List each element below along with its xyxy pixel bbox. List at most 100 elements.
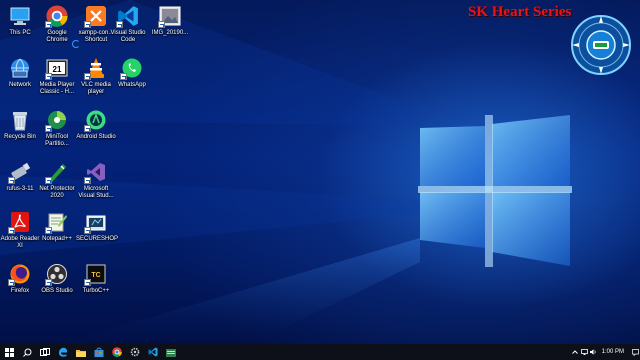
desktop-icon-label: Google Chrome — [46, 30, 68, 43]
windows-start-icon — [4, 347, 14, 357]
show-hidden-icons-button[interactable] — [571, 344, 580, 360]
shortcut-arrow-icon — [45, 279, 52, 286]
shortcut-arrow-icon — [45, 21, 52, 28]
whatsapp-icon — [120, 56, 144, 80]
desktop-icon-obs[interactable]: OBS Studio — [37, 262, 77, 295]
shortcut-arrow-icon — [84, 177, 91, 184]
desktop-icon-rufus[interactable]: rufus-3-11 — [0, 160, 40, 193]
firefox-icon — [8, 262, 32, 286]
desktop-icon-label: Network — [8, 82, 31, 88]
vscode-icon — [116, 4, 140, 28]
action-center-button[interactable] — [630, 344, 640, 360]
file-explorer-icon — [76, 349, 86, 357]
desktop-icon-android-studio[interactable]: Android Studio — [76, 108, 116, 141]
taskbar-clock[interactable]: 1:00 PM — [598, 349, 630, 355]
adobe-reader-icon — [8, 210, 32, 234]
notepad-plus-plus-icon — [45, 210, 69, 234]
desktop-icon-visual-studio[interactable]: Microsoft Visual Stud... — [76, 160, 116, 200]
desktop-icon-firefox[interactable]: Firefox — [0, 262, 40, 295]
desktop-icon-label: Firefox — [10, 288, 30, 294]
notification-icon — [631, 348, 639, 356]
task-view-button[interactable] — [36, 344, 54, 360]
shortcut-arrow-icon — [116, 21, 123, 28]
desktop[interactable]: This PC Google Chrome xampp-con... Shortcu… — [0, 0, 640, 344]
shortcut-arrow-icon — [158, 21, 165, 28]
store-icon — [94, 347, 104, 357]
desktop-icon-label: This PC — [9, 30, 31, 36]
desktop-icon-label: Adobe Reader XI — [0, 236, 40, 249]
volume-icon — [589, 349, 596, 355]
obs-icon — [45, 262, 69, 286]
shortcut-arrow-icon — [45, 125, 52, 132]
taskbar-store-button[interactable] — [90, 344, 108, 360]
minitool-icon — [45, 108, 69, 132]
desktop-icon-minitool[interactable]: MiniTool Partitio... — [37, 108, 77, 148]
desktop-icon-adobe-reader[interactable]: Adobe Reader XI — [0, 210, 40, 250]
desktop-icon-label: VLC media player — [81, 82, 111, 95]
shortcut-arrow-icon — [45, 227, 52, 234]
taskbar-settings-button[interactable] — [126, 344, 144, 360]
desktop-icon-label: TurboC++ — [82, 288, 110, 294]
desktop-icon-media-player-classic[interactable]: 21 Media Player Classic - H... — [37, 56, 77, 96]
desktop-icon-vscode[interactable]: Visual Studio Code — [108, 4, 148, 44]
desktop-icon-chrome[interactable]: Google Chrome — [37, 4, 77, 44]
visual-studio-icon — [84, 160, 108, 184]
desktop-icon-net-protector[interactable]: Net Protector 2020 — [37, 160, 77, 200]
shortcut-arrow-icon — [8, 227, 15, 234]
desktop-icon-turbo-cpp[interactable]: TC TurboC++ — [76, 262, 116, 295]
taskbar-file-manager-button[interactable] — [162, 344, 180, 360]
desktop-icon-label: Net Protector 2020 — [39, 186, 75, 199]
taskbar-file-explorer-button[interactable] — [72, 344, 90, 360]
search-icon — [22, 348, 31, 357]
shortcut-arrow-icon — [84, 73, 91, 80]
desktop-icon-network[interactable]: Network — [0, 56, 40, 89]
this-pc-icon — [8, 4, 32, 28]
secureshop-icon — [84, 210, 108, 234]
svg-text:TC: TC — [91, 272, 100, 279]
search-button[interactable] — [18, 344, 36, 360]
desktop-icon-this-pc[interactable]: This PC — [0, 4, 40, 37]
taskbar-edge-button[interactable] — [54, 344, 72, 360]
desktop-icon-label: WhatsApp — [118, 82, 146, 88]
rufus-icon — [8, 160, 32, 184]
net-protector-icon — [45, 160, 69, 184]
shortcut-arrow-icon — [120, 73, 127, 80]
shortcut-arrow-icon — [84, 279, 91, 286]
system-tray: 1:00 PM — [571, 344, 640, 360]
shortcut-arrow-icon — [84, 21, 91, 28]
svg-text:21: 21 — [53, 65, 62, 74]
desktop-icon-label: Visual Studio Code — [110, 30, 146, 43]
shortcut-arrow-icon — [45, 73, 52, 80]
turbo-cpp-icon: TC — [84, 262, 108, 286]
desktop-icon-recycle-bin[interactable]: Recycle Bin — [0, 108, 40, 141]
shortcut-arrow-icon — [84, 227, 91, 234]
file-manager-icon — [166, 348, 176, 357]
desktop-icon-whatsapp[interactable]: WhatsApp — [112, 56, 152, 89]
taskbar-chrome-button[interactable] — [108, 344, 126, 360]
desktop-icon-label: IMG_20190... — [151, 30, 189, 36]
settings-icon — [130, 347, 140, 357]
media-player-classic-icon: 21 — [45, 56, 69, 80]
clock-gadget-icon[interactable] — [570, 14, 632, 76]
network-tray-icon — [580, 349, 588, 355]
shortcut-arrow-icon — [8, 177, 15, 184]
desktop-icon-label: MiniTool Partitio... — [45, 134, 69, 147]
desktop-icon-vlc[interactable]: VLC media player — [76, 56, 116, 96]
desktop-icon-secureshop[interactable]: SECURESHOP — [76, 210, 119, 243]
network-tray-button[interactable] — [580, 344, 589, 360]
desktop-icon-label: Notepad++ — [42, 236, 72, 242]
shortcut-arrow-icon — [84, 125, 91, 132]
desktop-icon-notepad-plus-plus[interactable]: Notepad++ — [37, 210, 77, 243]
desktop-icon-label: SECURESHOP — [76, 236, 119, 242]
taskbar: 1:00 PM — [0, 344, 640, 360]
desktop-icon-image-file[interactable]: IMG_20190... — [150, 4, 190, 37]
desktop-icon-label: Media Player Classic - H... — [39, 82, 75, 95]
brand-watermark: SK Heart Series — [468, 4, 572, 20]
task-view-icon — [40, 347, 50, 356]
volume-tray-button[interactable] — [589, 344, 598, 360]
taskbar-vscode-button[interactable] — [144, 344, 162, 360]
vlc-icon — [84, 56, 108, 80]
start-button[interactable] — [0, 344, 18, 360]
chrome-icon — [45, 4, 69, 28]
desktop-icon-label: OBS Studio — [41, 288, 73, 294]
